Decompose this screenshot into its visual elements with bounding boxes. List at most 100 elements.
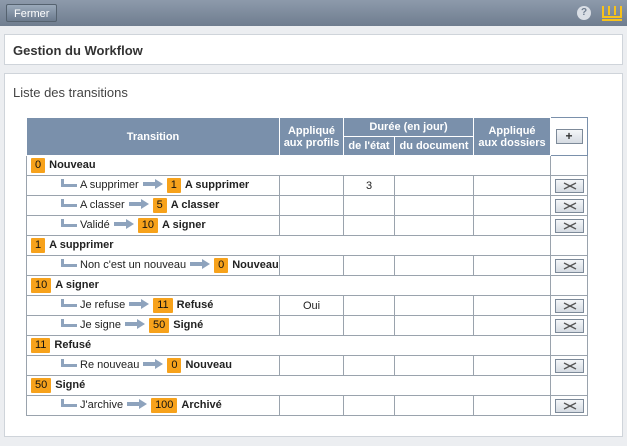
target-state-name: A signer (162, 219, 206, 231)
delete-transition-button[interactable] (554, 298, 584, 313)
section-title: Liste des transitions (13, 85, 128, 100)
document-duration-cell[interactable] (393, 295, 475, 316)
state-row: 0 Nouveau (25, 155, 589, 176)
branch-icon (61, 359, 77, 367)
arrow-right-icon (124, 319, 145, 332)
branch-icon (61, 319, 77, 327)
delete-cell (550, 175, 589, 196)
target-number-badge: 0 (214, 258, 229, 273)
state-number-badge: 11 (31, 338, 51, 353)
document-duration-cell[interactable] (393, 195, 475, 216)
header-applied-profiles: Appliqué aux profils (279, 117, 344, 156)
target-state-name: Nouveau (232, 259, 279, 271)
applied-profiles-cell[interactable] (279, 215, 344, 236)
transition-label[interactable]: Je refuse (80, 299, 125, 311)
applied-folders-cell[interactable] (473, 195, 552, 216)
state-duration-cell[interactable] (343, 255, 395, 276)
target-number-badge: 50 (148, 318, 170, 333)
applied-folders-cell[interactable] (473, 175, 552, 196)
target-number-badge: 0 (167, 358, 182, 373)
transition-label[interactable]: Validé (80, 219, 110, 231)
transition-row: Validé 10 A signer (26, 215, 589, 236)
document-duration-cell[interactable] (393, 215, 475, 236)
state-action-cell (550, 235, 589, 256)
delete-transition-button[interactable] (554, 198, 584, 213)
add-transition-button[interactable]: + (555, 129, 583, 144)
target-number-badge: 10 (137, 218, 159, 233)
applied-folders-cell[interactable] (473, 395, 552, 416)
document-duration-cell[interactable] (393, 395, 475, 416)
state-number-badge: 10 (31, 278, 52, 293)
branch-icon (61, 259, 77, 267)
delete-cell (550, 195, 589, 216)
state-duration-cell[interactable] (343, 195, 395, 216)
target-state-name: Archivé (181, 399, 222, 411)
delete-cell (550, 315, 589, 336)
transition-label[interactable]: Re nouveau (80, 359, 139, 371)
delete-transition-button[interactable] (554, 318, 584, 333)
transition-label[interactable]: A supprimer (80, 179, 139, 191)
branch-icon (61, 219, 77, 227)
applied-profiles-cell[interactable]: Oui (279, 295, 344, 316)
header-applied-folders: Appliqué aux dossiers (473, 117, 552, 156)
transition-label[interactable]: J'archive (80, 399, 123, 411)
header-applied-profiles-line2: aux profils (283, 136, 340, 149)
delete-cell (550, 295, 589, 316)
delete-transition-button[interactable] (554, 178, 584, 193)
branch-icon (61, 179, 77, 187)
delete-transition-button[interactable] (554, 258, 584, 273)
state-name: Nouveau (49, 159, 96, 171)
applied-profiles-cell[interactable] (279, 315, 344, 336)
document-duration-cell[interactable] (393, 315, 475, 336)
state-duration-cell[interactable] (343, 295, 395, 316)
applied-profiles-cell[interactable] (279, 395, 344, 416)
transition-label[interactable]: Non c'est un nouveau (80, 259, 186, 271)
applied-folders-cell[interactable] (473, 215, 552, 236)
transition-label[interactable]: Je signe (80, 319, 121, 331)
state-action-cell (550, 275, 589, 296)
delete-transition-button[interactable] (554, 358, 584, 373)
applied-profiles-cell[interactable] (279, 255, 344, 276)
transition-cell: Re nouveau 0 Nouveau (26, 355, 280, 376)
transition-row: Je refuse 11 Refusé Oui (26, 295, 589, 316)
state-name: A supprimer (49, 239, 114, 251)
applied-profiles-cell[interactable] (279, 195, 344, 216)
state-name: A signer (55, 279, 99, 291)
applied-folders-cell[interactable] (473, 255, 552, 276)
state-number-badge: 1 (31, 238, 46, 253)
transition-row: J'archive 100 Archivé (26, 395, 589, 416)
target-state-name: Refusé (176, 299, 214, 311)
w-logo-icon[interactable] (601, 4, 623, 22)
transition-cell: Je signe 50 Signé (26, 315, 280, 336)
delete-cell (550, 395, 589, 416)
applied-folders-cell[interactable] (473, 355, 552, 376)
branch-icon (61, 199, 77, 207)
state-number-badge: 0 (31, 158, 46, 173)
document-duration-cell[interactable] (393, 355, 475, 376)
delete-transition-button[interactable] (554, 398, 584, 413)
transition-cell: A classer 5 A classer (26, 195, 280, 216)
state-action-cell (550, 335, 589, 356)
state-row: 50 Signé (25, 375, 589, 396)
document-duration-cell[interactable] (393, 175, 475, 196)
state-duration-cell[interactable]: 3 (343, 175, 395, 196)
transition-row: Non c'est un nouveau 0 Nouveau (26, 255, 589, 276)
header-panel: Gestion du Workflow (4, 34, 623, 65)
state-duration-cell[interactable] (343, 395, 395, 416)
close-button[interactable]: Fermer (6, 4, 58, 22)
delete-transition-button[interactable] (554, 218, 584, 233)
transition-row: Je signe 50 Signé (26, 315, 589, 336)
applied-profiles-cell[interactable] (279, 355, 344, 376)
applied-profiles-cell[interactable] (279, 175, 344, 196)
applied-folders-cell[interactable] (473, 295, 552, 316)
branch-icon (61, 399, 77, 407)
applied-folders-cell[interactable] (473, 315, 552, 336)
transition-label[interactable]: A classer (80, 199, 125, 211)
state-duration-cell[interactable] (343, 215, 395, 236)
document-duration-cell[interactable] (393, 255, 475, 276)
arrow-right-icon (190, 259, 211, 272)
help-icon[interactable]: ? (577, 6, 591, 20)
state-duration-cell[interactable] (343, 355, 395, 376)
header-applied-folders-line2: aux dossiers (478, 136, 546, 149)
state-duration-cell[interactable] (343, 315, 395, 336)
